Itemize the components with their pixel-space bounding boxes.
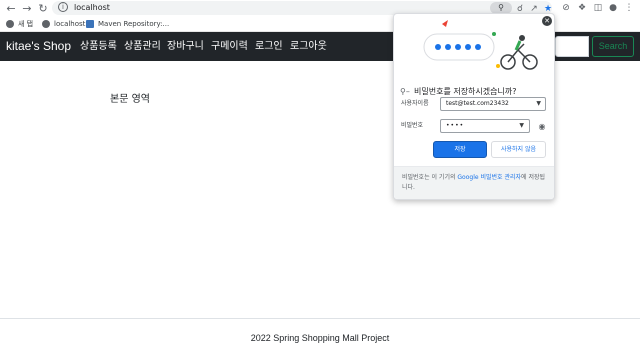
search-input[interactable] [555,36,589,57]
extension-shield-icon[interactable]: ⊘ [560,2,572,14]
globe-icon [42,20,50,28]
reload-icon[interactable]: ↻ [36,2,50,16]
site-info-icon[interactable]: i [58,2,68,12]
popup-footer: 비밀번호는 이 기기의 Google 비밀번호 관리자에 저장됩니다. [394,166,554,199]
page-footer: 2022 Spring Shopping Mall Project [0,318,640,360]
forward-icon[interactable]: → [20,2,34,16]
password-manager-link[interactable]: Google 비밀번호 관리자 [457,174,521,181]
maven-icon [86,20,94,28]
bookmark-new-tab[interactable]: 새 탭 [6,18,33,30]
save-button[interactable]: 저장 [433,141,487,158]
search-button[interactable]: Search [592,36,634,57]
username-label: 사용자이름 [401,100,429,107]
back-icon[interactable]: ← [4,2,18,16]
url-text[interactable]: localhost [74,1,110,15]
chevron-down-icon[interactable]: ▼ [519,120,525,132]
nav-login[interactable]: 로그인 [255,32,283,61]
extensions-puzzle-icon[interactable]: ❖ [576,2,588,14]
nav-logout[interactable]: 로그아웃 [290,32,327,61]
nav-product-register[interactable]: 상품등록 [80,32,117,61]
menu-icon[interactable]: ⋮ [623,2,635,14]
nav-purchase-history[interactable]: 구메이력 [211,32,248,61]
username-field[interactable]: test@test.com23432 ▼ [440,97,546,111]
password-field[interactable]: •••• ▼ [440,119,530,133]
footer-prefix: 비밀번호는 이 기기의 [402,174,458,181]
bookmark-maven[interactable]: Maven Repository:... [86,18,169,30]
side-panel-icon[interactable]: ◫ [592,2,604,14]
save-password-popup: ✕ ⚲– 비밀번호를 저장하시겠습니까? 사용자이름 test@test.com2… [393,13,555,200]
globe-icon [6,20,14,28]
profile-icon[interactable]: ● [607,2,619,14]
password-value: •••• [446,122,465,129]
key-icon: ⚲– [400,87,410,96]
password-label: 비밀번호 [401,122,424,129]
popup-header: ⚲– 비밀번호를 저장하시겠습니까? [400,81,517,96]
footer-text: 2022 Spring Shopping Mall Project [250,333,390,343]
bookmark-localhost[interactable]: localhost [42,18,85,30]
password-illustration [423,20,538,70]
main-content-text: 본문 영역 [110,94,150,105]
nav-cart[interactable]: 장바구니 [167,32,204,61]
never-save-button[interactable]: 사용하지 않음 [491,141,546,158]
popup-title: 비밀번호를 저장하시겠습니까? [414,87,517,96]
nav-product-manage[interactable]: 상품관리 [124,32,161,61]
chevron-down-icon[interactable]: ▼ [536,98,541,110]
brand-logo[interactable]: kitae's Shop [6,32,71,61]
close-icon[interactable]: ✕ [542,16,552,26]
eye-icon[interactable]: ◉ [536,121,548,133]
username-value: test@test.com23432 [446,100,509,107]
